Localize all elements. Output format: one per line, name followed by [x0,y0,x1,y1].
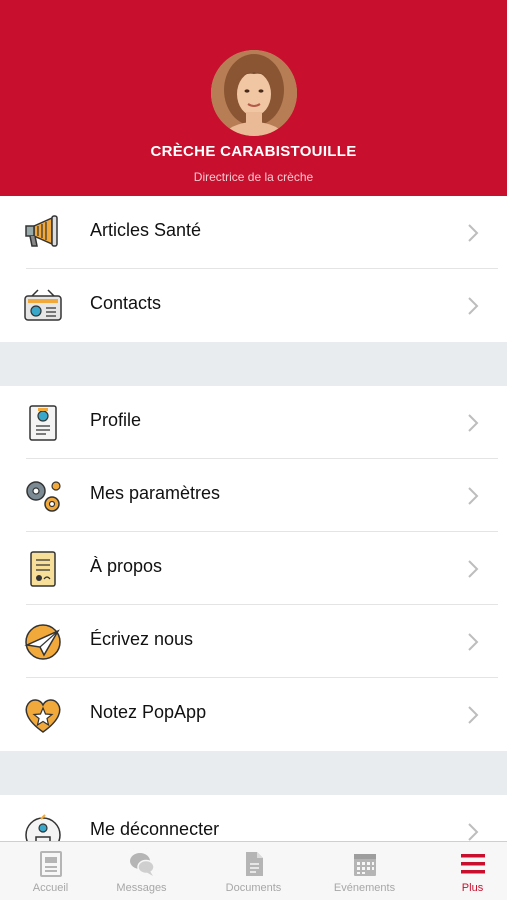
tab-accueil[interactable]: Accueil [0,842,101,900]
megaphone-icon [25,215,58,247]
user-role: Directrice de la crèche [193,170,314,184]
menu-item-articles-sante[interactable]: Articles Santé [0,196,507,269]
menu-item-label: Mes paramètres [90,483,221,503]
menu-item-contacts[interactable]: Contacts [0,269,507,342]
tab-bar: Accueil Messages Documents Evénements Pl… [0,841,507,900]
tab-label: Messages [116,882,167,894]
menu-item-notez-popapp[interactable]: Notez PopApp [0,678,507,751]
tab-messages[interactable]: Messages [91,842,192,900]
chevron-right-icon [468,414,479,432]
hamburger-menu-icon [460,854,485,874]
heart-star-icon [25,699,61,733]
menu-item-ecrivez-nous[interactable]: Écrivez nous [0,605,507,678]
document-icon [245,852,263,876]
chevron-right-icon [468,633,479,651]
gears-icon [26,481,61,512]
chevron-right-icon [468,297,479,315]
logout-person-icon [25,814,61,841]
menu-item-label: À propos [90,556,163,576]
menu-item-label: Écrivez nous [90,629,194,649]
menu-list[interactable]: Articles Santé Contacts Profile Mes para… [0,196,507,841]
menu-item-profile[interactable]: Profile [0,386,507,459]
section-spacer [0,751,507,795]
org-name: CRÈCHE CARABISTOUILLE [150,143,357,160]
chevron-right-icon [468,823,479,841]
avatar[interactable] [211,50,297,136]
section-spacer [0,342,507,386]
chevron-right-icon [468,224,479,242]
menu-item-me-deconnecter[interactable]: Me déconnecter [0,795,507,841]
menu-item-mes-parametres[interactable]: Mes paramètres [0,459,507,532]
menu-item-label: Notez PopApp [90,702,207,722]
tab-evenements[interactable]: Evénements [314,842,415,900]
profile-header: CRÈCHE CARABISTOUILLE Directrice de la c… [0,0,507,196]
paper-plane-icon [24,624,61,660]
tab-label: Evénements [333,882,396,894]
tab-label: Plus [461,882,484,894]
chevron-right-icon [468,487,479,505]
chat-bubbles-icon [129,853,155,876]
menu-item-a-propos[interactable]: À propos [0,532,507,605]
chevron-right-icon [468,706,479,724]
profile-card-icon [29,405,57,441]
menu-item-label: Profile [90,410,142,430]
menu-item-label: Me déconnecter [90,819,220,839]
tab-documents[interactable]: Documents [203,842,304,900]
certificate-icon [30,551,56,587]
tab-plus[interactable]: Plus [422,842,507,900]
menu-item-label: Articles Santé [90,220,202,240]
home-doc-icon [39,851,62,877]
tab-label: Accueil [32,882,69,894]
chevron-right-icon [468,560,479,578]
menu-item-label: Contacts [90,293,162,313]
calendar-icon [353,854,376,876]
tab-label: Documents [225,882,282,894]
radio-contacts-icon [24,289,62,321]
